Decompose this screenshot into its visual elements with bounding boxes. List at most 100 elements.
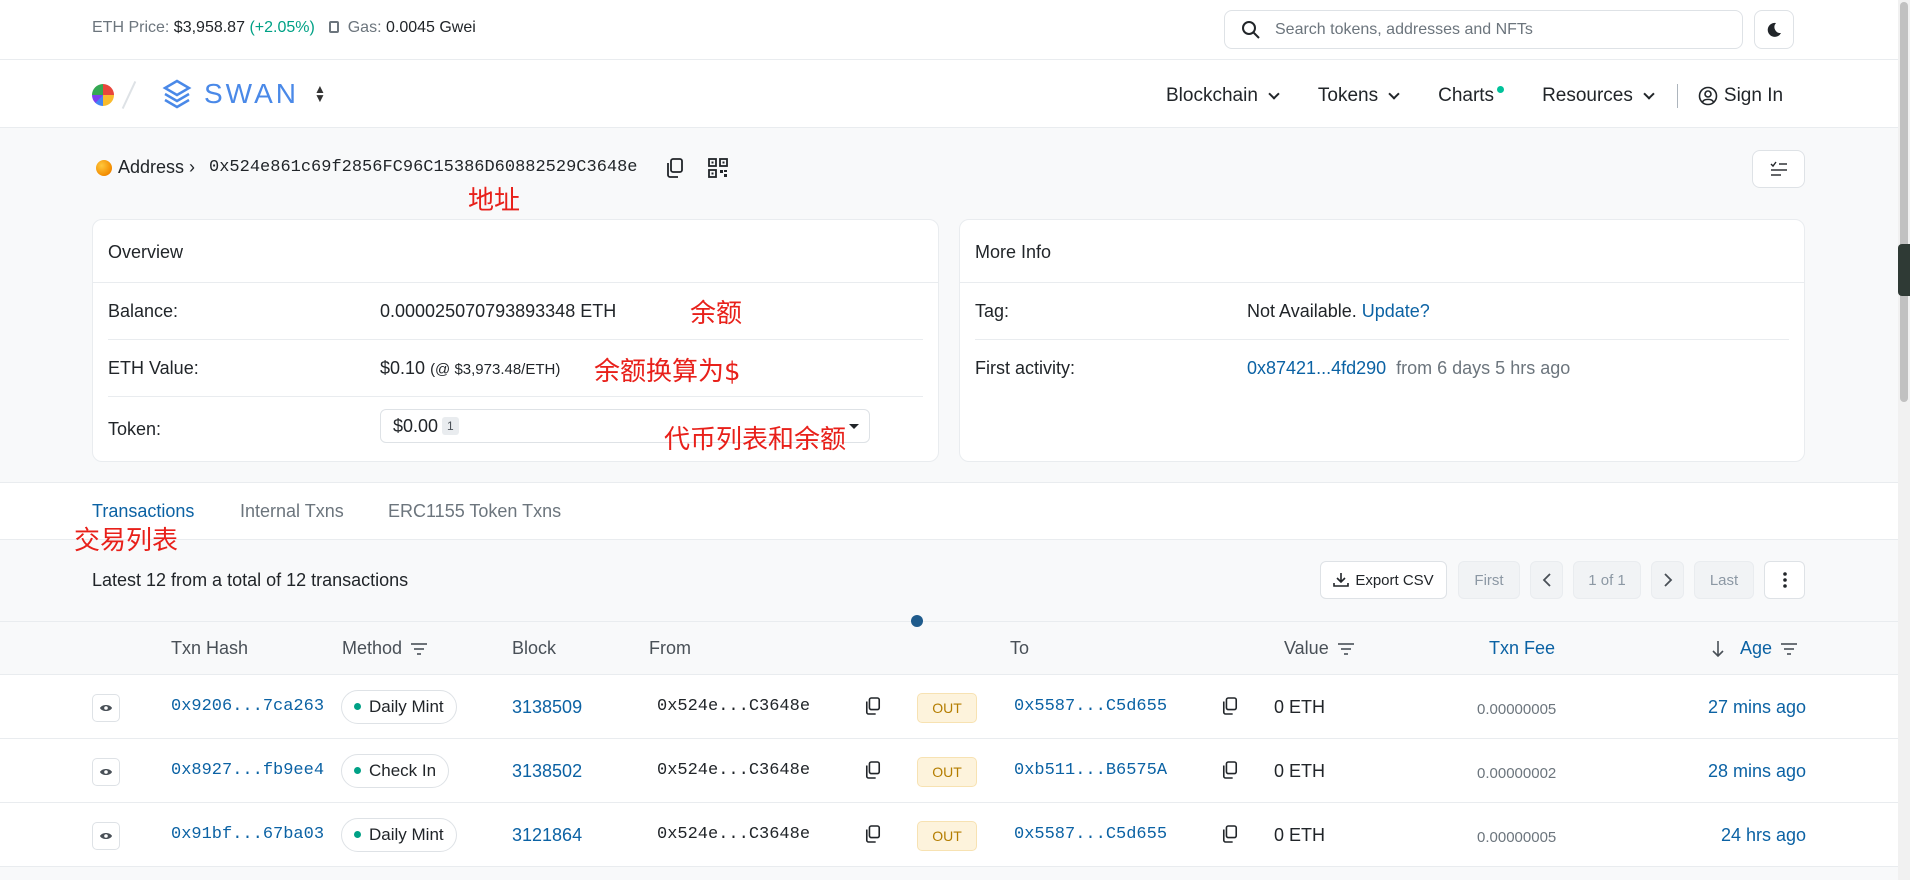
col-age[interactable]: Age xyxy=(1712,638,1798,659)
to-address-link[interactable]: 0x5587...C5d655 xyxy=(1014,825,1167,844)
token-value: $0.00 xyxy=(393,416,439,436)
caret-down-icon xyxy=(849,424,859,429)
copy-icon xyxy=(865,825,881,843)
to-address-link[interactable]: 0xb511...B6575A xyxy=(1014,761,1167,780)
copy-icon xyxy=(865,697,881,715)
table-row: 0x91bf...67ba03 Daily Mint 3121864 0x524… xyxy=(0,803,1898,867)
copy-from-button[interactable] xyxy=(865,696,881,716)
table-options-button[interactable] xyxy=(1764,561,1805,599)
table-row: 0x8927...fb9ee4 Check In 3138502 0x524e.… xyxy=(0,739,1898,803)
method-badge: Daily Mint xyxy=(341,690,457,724)
tx-age[interactable]: 27 mins ago xyxy=(1708,697,1806,718)
copy-from-button[interactable] xyxy=(865,824,881,844)
copy-address-button[interactable] xyxy=(666,157,684,178)
network-switch-icon[interactable]: ▲ ▼ xyxy=(314,83,326,104)
eth-rate: (@ $3,973.48/ETH) xyxy=(430,361,561,378)
nav-resources-label: Resources xyxy=(1542,85,1633,106)
side-panel-handle[interactable] xyxy=(1898,244,1910,296)
method-dot xyxy=(354,703,361,710)
pager-last-button[interactable]: Last xyxy=(1694,561,1754,599)
block-link[interactable]: 3138509 xyxy=(512,697,582,718)
tag-value-text: Not Available. xyxy=(1247,301,1357,321)
annotation-token: 代币列表和余额 xyxy=(664,425,847,455)
moon-icon xyxy=(1767,22,1781,37)
copy-icon xyxy=(865,761,881,779)
eye-icon xyxy=(100,833,112,839)
col-txn-fee[interactable]: Txn Fee xyxy=(1489,638,1555,659)
vertical-scrollbar[interactable] xyxy=(1898,0,1910,880)
block-link[interactable]: 3138502 xyxy=(512,761,582,782)
nav-tokens[interactable]: Tokens xyxy=(1318,84,1400,108)
tx-hash-link[interactable]: 0x8927...fb9ee4 xyxy=(171,761,324,780)
search-icon xyxy=(1242,21,1260,39)
tab-transactions[interactable]: Transactions xyxy=(92,501,194,522)
sign-in-button[interactable]: Sign In xyxy=(1698,84,1783,108)
view-tx-button[interactable] xyxy=(92,822,120,850)
tag-update-link[interactable]: Update? xyxy=(1362,301,1430,321)
theme-toggle-button[interactable] xyxy=(1754,10,1794,49)
export-csv-button[interactable]: Export CSV xyxy=(1320,561,1447,599)
address-avatar xyxy=(96,159,112,176)
tx-age[interactable]: 24 hrs ago xyxy=(1721,825,1806,846)
copy-to-button[interactable] xyxy=(1222,696,1238,716)
direction-badge: OUT xyxy=(917,757,977,787)
view-tx-button[interactable] xyxy=(92,694,120,722)
nav-charts-label: Charts xyxy=(1438,85,1495,106)
filter-icon[interactable] xyxy=(1337,642,1355,656)
copy-to-button[interactable] xyxy=(1222,760,1238,780)
tag-value: Not Available. Update? xyxy=(1247,301,1430,322)
more-info-card: More Info Tag: Not Available. Update? Fi… xyxy=(959,219,1805,462)
tx-hash-link[interactable]: 0x91bf...67ba03 xyxy=(171,825,324,844)
pager-prev-button[interactable] xyxy=(1530,561,1563,599)
annotation-eth-value: 余额换算为$ xyxy=(594,357,741,387)
search-input[interactable] xyxy=(1275,19,1725,41)
search-box[interactable] xyxy=(1224,10,1743,49)
filter-icon[interactable] xyxy=(1780,642,1798,656)
network-logo-icon[interactable] xyxy=(92,84,114,106)
tx-value: 0 ETH xyxy=(1274,825,1326,845)
pager-next-button[interactable] xyxy=(1651,561,1684,599)
tx-value: 0 ETH xyxy=(1274,761,1326,781)
annotation-balance: 余额 xyxy=(690,299,743,329)
copy-to-button[interactable] xyxy=(1222,824,1238,844)
pager-first-button[interactable]: First xyxy=(1458,561,1520,599)
from-address: 0x524e...C3648e xyxy=(657,825,811,844)
copy-from-button[interactable] xyxy=(865,760,881,780)
tx-fee: 0.00000002 xyxy=(1477,765,1557,782)
to-address-link[interactable]: 0x5587...C5d655 xyxy=(1014,697,1167,716)
from-address: 0x524e...C3648e xyxy=(657,761,811,780)
direction-badge: OUT xyxy=(917,821,977,851)
first-activity-hash-link[interactable]: 0x87421...4fd290 xyxy=(1247,358,1386,378)
first-activity-label: First activity: xyxy=(975,358,1076,378)
column-resize-handle[interactable] xyxy=(911,615,923,627)
copy-icon xyxy=(1222,825,1238,843)
block-link[interactable]: 3121864 xyxy=(512,825,582,846)
address-label: Address › xyxy=(118,157,196,177)
nav-charts[interactable]: Charts xyxy=(1438,84,1505,108)
filter-icon[interactable] xyxy=(410,642,428,656)
address-header: Address › 0x524e861c69f2856FC96C15386D60… xyxy=(96,157,728,178)
nav-resources[interactable]: Resources xyxy=(1542,84,1655,108)
chevron-down-icon xyxy=(1388,87,1400,100)
col-value[interactable]: Value xyxy=(1284,638,1355,659)
col-from: From xyxy=(649,638,691,658)
tab-internal-txns[interactable]: Internal Txns xyxy=(240,501,344,522)
nav-blockchain[interactable]: Blockchain xyxy=(1166,84,1280,108)
chevron-down-icon xyxy=(1643,87,1655,100)
scrollbar-thumb[interactable] xyxy=(1900,2,1908,402)
balance-row: Balance: 0.000025070793893348 ETH xyxy=(108,283,923,340)
token-count-badge: 1 xyxy=(442,417,459,435)
col-method[interactable]: Method xyxy=(342,638,428,659)
tx-table-header: Txn Hash Method Block From To Value Txn … xyxy=(0,621,1898,675)
address-hash: 0x524e861c69f2856FC96C15386D60882529C364… xyxy=(209,158,638,177)
view-tx-button[interactable] xyxy=(92,758,120,786)
nav-blockchain-label: Blockchain xyxy=(1166,85,1258,106)
from-address: 0x524e...C3648e xyxy=(657,697,811,716)
tx-age[interactable]: 28 mins ago xyxy=(1708,761,1806,782)
swan-logo[interactable]: SWAN xyxy=(162,78,299,110)
more-options-button[interactable] xyxy=(1752,150,1805,188)
tx-hash-link[interactable]: 0x9206...7ca263 xyxy=(171,697,324,716)
more-info-title: More Info xyxy=(960,220,1804,283)
tab-erc1155-token-txns[interactable]: ERC1155 Token Txns xyxy=(388,501,561,522)
qr-code-button[interactable] xyxy=(707,157,728,178)
